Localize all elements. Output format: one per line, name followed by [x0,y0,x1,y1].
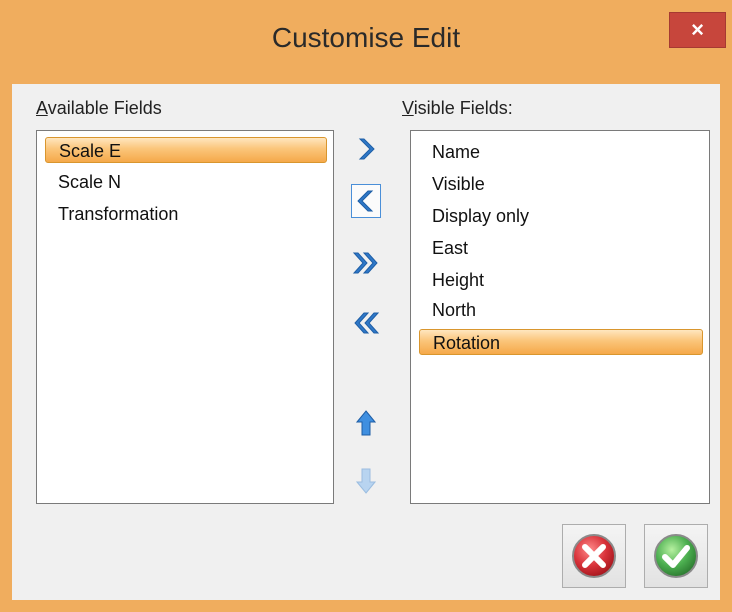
close-icon: × [691,17,704,42]
list-item-north[interactable]: North [419,297,703,323]
list-item-rotation[interactable]: Rotation [419,329,703,355]
list-item-scale-n[interactable]: Scale N [45,169,327,195]
cancel-icon [572,534,616,578]
ok-check-icon [654,534,698,578]
available-fields-list[interactable]: Scale E Scale N Transformation [36,130,334,504]
ok-button[interactable] [644,524,708,588]
window-title: Customise Edit [271,22,461,53]
list-item-name[interactable]: Name [419,139,703,165]
remove-field-button[interactable] [351,184,381,218]
move-up-button[interactable] [351,406,381,440]
visible-fields-list[interactable]: Name Visible Display only East Height No… [410,130,710,504]
list-item-scale-e[interactable]: Scale E [45,137,327,163]
dialog-body: Available Fields Scale E Scale N Transfo… [12,84,720,600]
visible-fields-accel: V [402,98,414,118]
chevron-right-icon [358,138,375,160]
visible-fields-label: Visible Fields: [402,98,513,119]
list-item-east[interactable]: East [419,235,703,261]
add-field-button[interactable] [351,132,381,166]
close-button[interactable]: × [669,12,726,48]
arrow-down-icon [356,468,376,494]
title-bar[interactable]: Customise Edit × [0,0,732,84]
double-chevron-left-icon [354,312,380,334]
available-fields-label: Available Fields [36,98,162,119]
double-chevron-right-icon [352,252,378,274]
list-item-transformation[interactable]: Transformation [45,201,327,227]
move-down-button[interactable] [351,464,381,498]
chevron-left-icon [357,190,374,212]
available-fields-label-text: vailable Fields [47,98,162,118]
available-fields-accel: A [36,98,48,118]
cancel-button[interactable] [562,524,626,588]
remove-all-fields-button[interactable] [351,306,381,340]
visible-fields-label-text: isible Fields: [413,98,513,118]
arrow-up-icon [356,410,376,436]
add-all-fields-button[interactable] [351,246,381,280]
list-item-display-only[interactable]: Display only [419,203,703,229]
dialog-window: Customise Edit × Available Fields Scale … [0,0,732,612]
list-item-visible[interactable]: Visible [419,171,703,197]
list-item-height[interactable]: Height [419,267,703,293]
